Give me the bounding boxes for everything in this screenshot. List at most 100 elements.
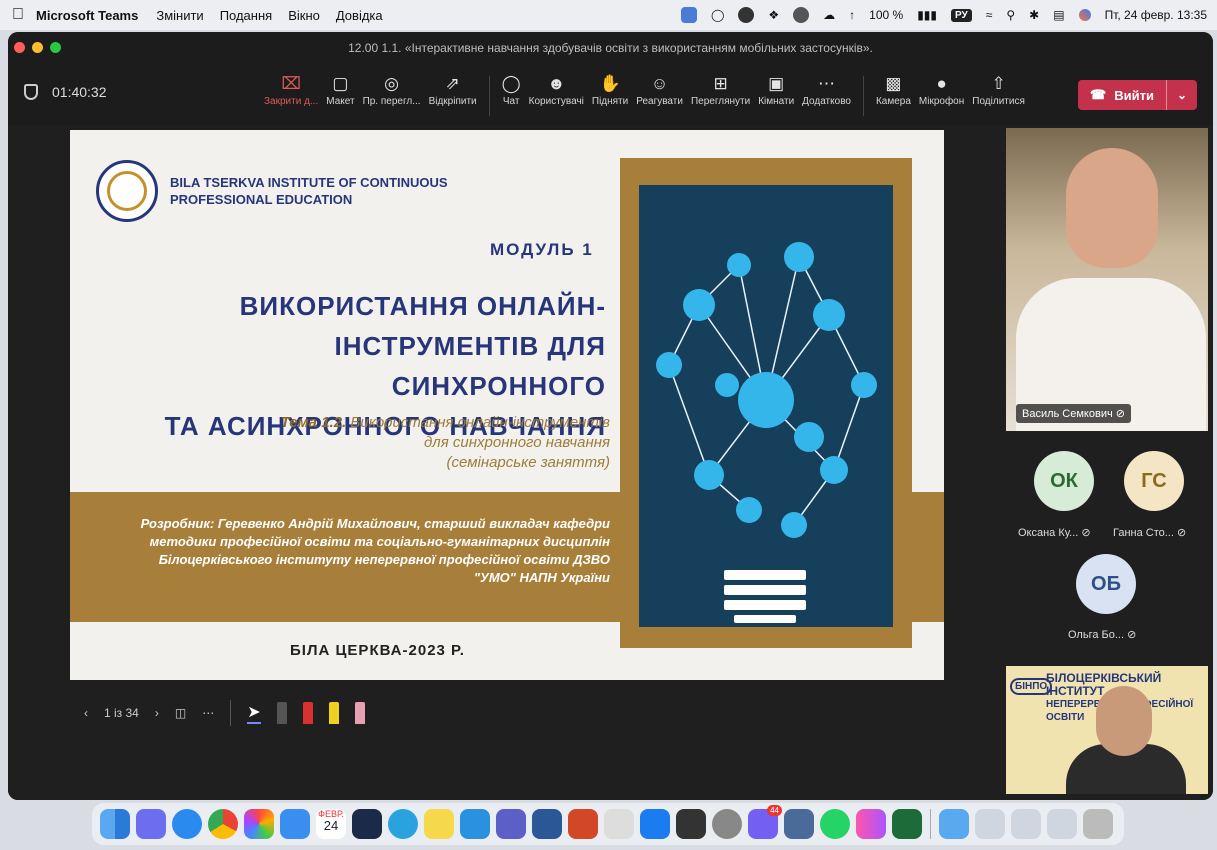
mic-muted-icon: ⊘: [1127, 629, 1137, 641]
teams-tray-icon[interactable]: [680, 7, 697, 23]
search-icon[interactable]: ⚲: [1006, 8, 1015, 22]
menu-item-window[interactable]: Вікно: [288, 8, 320, 23]
textedit-icon[interactable]: [604, 809, 634, 839]
topic-line: для синхронного навчання: [423, 434, 610, 451]
photos-icon[interactable]: [244, 809, 274, 839]
word-icon[interactable]: [532, 809, 562, 839]
dropbox-tray-icon[interactable]: ❖: [768, 8, 779, 22]
bluetooth-icon[interactable]: ✱: [1029, 8, 1039, 22]
avatar-initials: ОБ: [1091, 572, 1121, 595]
leave-button[interactable]: ☎ Вийти ⌄: [1078, 80, 1197, 110]
battery-label[interactable]: 100 %: [869, 8, 903, 22]
react-button[interactable]: ☺ Реагувати: [636, 72, 683, 107]
powerpoint-icon[interactable]: [568, 809, 598, 839]
pointer-tool-icon[interactable]: ➤: [247, 702, 261, 724]
rooms-icon: ▣: [768, 74, 785, 93]
app-icon[interactable]: [892, 809, 922, 839]
datetime[interactable]: Пт, 24 февр. 13:35: [1105, 8, 1207, 22]
avatar[interactable]: ОБ: [1076, 554, 1136, 614]
participant-name-text: Ганна Сто...: [1113, 527, 1174, 539]
pop-out-icon: ⇗: [445, 74, 460, 93]
launchpad-icon[interactable]: [136, 809, 166, 839]
finder-icon[interactable]: [100, 809, 130, 839]
minimize-window-icon[interactable]: [32, 42, 43, 53]
cloud-tray-icon[interactable]: ☁: [823, 8, 835, 22]
microphone-button[interactable]: ● Мікрофон: [919, 72, 964, 107]
shield-tray-icon[interactable]: ◯: [711, 8, 724, 22]
chrome-icon[interactable]: [208, 809, 238, 839]
app-store-icon[interactable]: [640, 809, 670, 839]
vpn-app-icon[interactable]: [352, 809, 382, 839]
calendar-day: 24: [323, 818, 339, 833]
input-source[interactable]: РУ: [951, 8, 972, 22]
battery-icon[interactable]: ▮▮▮: [917, 8, 937, 22]
share-button[interactable]: ⇧ Поділитися: [972, 72, 1025, 107]
previous-slide-icon[interactable]: ‹: [84, 706, 88, 720]
camera-button[interactable]: ▩ Камера: [876, 72, 911, 107]
vpn-tray-icon[interactable]: [738, 7, 755, 23]
app-icon[interactable]: [856, 809, 886, 839]
speaker-name-card: Василь Семкович ⊘: [1016, 404, 1131, 423]
preview-icon[interactable]: [784, 809, 814, 839]
teams-icon[interactable]: [496, 809, 526, 839]
layout-button[interactable]: ▢ Макет: [326, 72, 354, 107]
close-window-icon[interactable]: [14, 42, 25, 53]
mail-icon[interactable]: [280, 809, 310, 839]
calendar-icon[interactable]: ФЕВР. 24: [316, 809, 346, 839]
avatar[interactable]: ОК: [1034, 451, 1094, 511]
wifi-icon[interactable]: ≈: [986, 8, 993, 22]
chat-button[interactable]: ◯ Чат: [502, 72, 521, 107]
people-button[interactable]: ☻ Користувачі: [529, 72, 584, 107]
mic-muted-icon: ⊘: [1115, 408, 1125, 420]
safari-icon[interactable]: [172, 809, 202, 839]
tool-label: Підняти: [591, 96, 629, 107]
microphone-icon: ●: [936, 74, 947, 93]
menu-item-edit[interactable]: Змінити: [156, 8, 203, 23]
menu-app-name[interactable]: Microsoft Teams: [36, 8, 138, 23]
more-options-icon[interactable]: ⋯: [202, 706, 214, 720]
pop-out-button[interactable]: ⇗ Відкріпити: [429, 72, 477, 107]
maximize-window-icon[interactable]: [50, 42, 61, 53]
slide-grid-icon[interactable]: ◫: [175, 706, 186, 720]
menu-item-view[interactable]: Подання: [220, 8, 273, 23]
chevron-down-icon[interactable]: ⌄: [1167, 88, 1197, 102]
self-video[interactable]: БІНПО БІЛОЦЕРКІВСЬКИЙ ІНСТИТУТ НЕПЕРЕРВН…: [1006, 666, 1208, 794]
view-button[interactable]: ⊞ Переглянути: [691, 72, 750, 107]
viber-tray-icon[interactable]: [793, 7, 810, 23]
telegram-icon[interactable]: [388, 809, 418, 839]
rooms-button[interactable]: ▣ Кімнати: [758, 72, 794, 107]
eraser-icon[interactable]: [354, 702, 365, 724]
control-center-icon[interactable]: ▤: [1053, 8, 1064, 22]
window-thumbnail-icon[interactable]: [1011, 809, 1041, 839]
window-thumbnail-icon[interactable]: [1047, 809, 1077, 839]
viber-icon[interactable]: 44: [748, 805, 782, 839]
pen-red-icon[interactable]: [302, 702, 313, 724]
whatsapp-icon[interactable]: [820, 809, 850, 839]
pen-black-icon[interactable]: [276, 702, 287, 724]
presenter-view-button[interactable]: ◎ Пр. перегл...: [363, 72, 421, 107]
leave-main[interactable]: ☎ Вийти: [1078, 80, 1167, 110]
notes-icon[interactable]: [424, 809, 454, 839]
topic-number: Тема 1.2.: [280, 414, 347, 431]
stop-sharing-button[interactable]: ⌧ Закрити д...: [264, 72, 318, 107]
raise-hand-button[interactable]: ✋ Підняти: [592, 72, 628, 107]
siri-icon[interactable]: [1078, 9, 1091, 21]
speaker-face: [1066, 148, 1158, 268]
module-label: МОДУЛЬ 1: [490, 240, 594, 259]
app-icon[interactable]: [460, 809, 490, 839]
fork-tray-icon[interactable]: ↑: [849, 8, 855, 22]
lightbulb-network-illustration: [639, 185, 893, 627]
participant-name-text: Ольга Бо...: [1068, 629, 1125, 641]
speaker-video[interactable]: Василь Семкович ⊘: [1006, 128, 1208, 431]
apple-icon[interactable]: : [0, 6, 36, 24]
highlighter-icon[interactable]: [328, 702, 339, 724]
downloads-folder-icon[interactable]: [939, 809, 969, 839]
calculator-icon[interactable]: [676, 809, 706, 839]
menu-item-help[interactable]: Довідка: [336, 8, 383, 23]
window-thumbnail-icon[interactable]: [975, 809, 1005, 839]
more-button[interactable]: ⋯ Додатково: [802, 72, 851, 107]
system-settings-icon[interactable]: [712, 809, 742, 839]
next-slide-icon[interactable]: ›: [155, 706, 159, 720]
avatar[interactable]: ГС: [1124, 451, 1184, 511]
trash-icon[interactable]: [1083, 809, 1113, 839]
